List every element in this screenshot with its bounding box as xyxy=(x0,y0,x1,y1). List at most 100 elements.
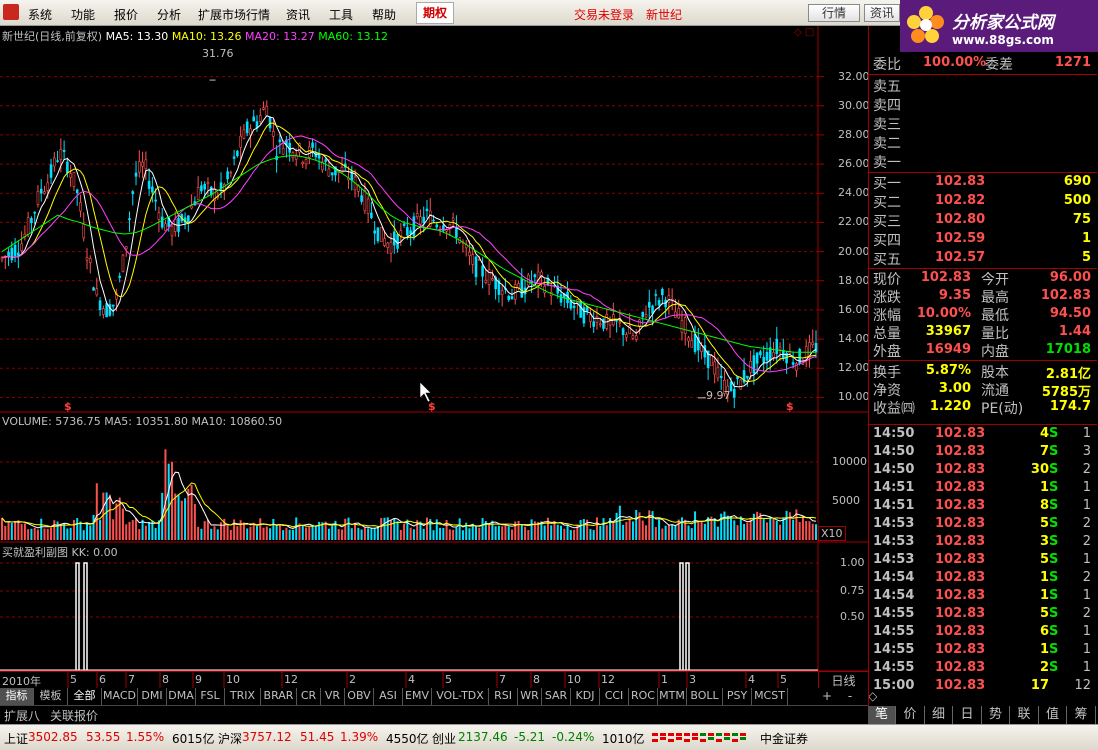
volume-bar xyxy=(507,526,510,540)
volume-multiplier[interactable]: X10 xyxy=(818,526,846,541)
indicator-tab-fsl[interactable]: FSL xyxy=(196,688,225,705)
candle xyxy=(634,335,638,340)
menu-analysis[interactable]: 分析 xyxy=(157,6,181,23)
indicator-tab-vol-tdx[interactable]: VOL-TDX xyxy=(432,688,489,705)
tick-time: 14:55 xyxy=(873,624,915,639)
volume-bar xyxy=(478,527,481,540)
related-quote-tab[interactable]: 关联报价 xyxy=(50,707,98,724)
hs-amount: 4550亿 xyxy=(386,732,429,746)
volume-bar xyxy=(184,498,187,540)
login-status[interactable]: 交易未登录 xyxy=(574,6,634,23)
indicator-tab-模板[interactable]: 模板 xyxy=(34,688,68,705)
app-icon[interactable] xyxy=(3,4,19,20)
indicator-tab-mtm[interactable]: MTM xyxy=(658,688,687,705)
zoom-in-button[interactable]: + xyxy=(822,689,832,703)
side-tab-2[interactable]: 细 xyxy=(925,706,953,724)
indicator-tab-roc[interactable]: ROC xyxy=(629,688,658,705)
side-tab-6[interactable]: 值 xyxy=(1039,706,1067,724)
price-chart-header: 新世纪(日线,前复权) MA5: 13.30 MA10: 13.26 MA20:… xyxy=(2,28,388,44)
volume-bar xyxy=(808,521,811,540)
tick-side: S xyxy=(1049,516,1059,531)
candle xyxy=(432,219,435,222)
hs-index[interactable]: 3757.12 xyxy=(242,730,292,744)
candle xyxy=(206,182,210,184)
indicator-tab-dmi[interactable]: DMI xyxy=(138,688,167,705)
indicator-tab-指标[interactable]: 指标 xyxy=(0,688,34,705)
volume-bar xyxy=(658,519,661,540)
strength-bar xyxy=(684,739,690,742)
candle xyxy=(638,319,641,327)
indicator-tab-trix[interactable]: TRIX xyxy=(225,688,261,705)
indicator-tab-macd[interactable]: MACD xyxy=(102,688,138,705)
ext-tab[interactable]: 扩展八 xyxy=(4,707,40,724)
candle xyxy=(654,294,658,296)
tick-time: 14:51 xyxy=(873,498,915,513)
menu-ext-market[interactable]: 扩展市场行情 xyxy=(198,6,270,23)
status-bar: 上证 3502.85 53.55 1.55% 6015亿 沪深 3757.12 … xyxy=(0,724,1098,750)
volume-bar xyxy=(422,528,425,540)
chart-corner-icons[interactable]: ◇ □ xyxy=(794,27,814,38)
menu-quote[interactable]: 报价 xyxy=(114,6,138,23)
volume-axis-label: 10000 xyxy=(832,455,867,468)
volume-bar xyxy=(599,525,602,540)
cy-index[interactable]: 2137.46 xyxy=(458,730,508,744)
menu-news[interactable]: 资讯 xyxy=(286,6,310,23)
side-tab-5[interactable]: 联 xyxy=(1011,706,1039,724)
menu-help[interactable]: 帮助 xyxy=(372,6,396,23)
side-tab-7[interactable]: 筹 xyxy=(1068,706,1096,724)
indicator-tab-cci[interactable]: CCI xyxy=(600,688,629,705)
period-label[interactable]: 日线 xyxy=(818,672,868,688)
sh-label: 上证 xyxy=(4,732,29,746)
tick-price: 102.83 xyxy=(935,588,986,603)
volume-bar xyxy=(255,526,258,540)
chart-area[interactable] xyxy=(0,26,868,688)
menu-system[interactable]: 系统 xyxy=(28,6,52,23)
indicator-tab-boll[interactable]: BOLL xyxy=(687,688,723,705)
price-axis-label: 14.00 xyxy=(838,332,870,346)
volume-bar xyxy=(27,529,30,540)
volume-bar xyxy=(30,528,33,540)
time-axis-label: 10 xyxy=(226,673,240,686)
indicator-tab-cr[interactable]: CR xyxy=(297,688,321,705)
time-axis-label: 5 xyxy=(445,673,452,686)
menu-tools[interactable]: 工具 xyxy=(329,6,353,23)
indicator-tab-kdj[interactable]: KDJ xyxy=(571,688,600,705)
volume-bar xyxy=(376,526,379,540)
candle xyxy=(814,343,818,353)
indicator-tab-psy[interactable]: PSY xyxy=(723,688,752,705)
indicator-tab-emv[interactable]: EMV xyxy=(403,688,432,705)
side-tab-3[interactable]: 日 xyxy=(954,706,982,724)
tick-side: S xyxy=(1049,606,1059,621)
indicator-tab-mcst[interactable]: MCST xyxy=(752,688,788,705)
sh-index[interactable]: 3502.85 xyxy=(28,730,78,744)
menu-function[interactable]: 功能 xyxy=(71,6,95,23)
indicator-tab-wr[interactable]: WR xyxy=(518,688,542,705)
side-tab-1[interactable]: 价 xyxy=(897,706,925,724)
indicator-tab-asi[interactable]: ASI xyxy=(374,688,403,705)
buy-level-row: 买二 102.82 500 xyxy=(869,192,1097,211)
tick-count: 1 xyxy=(1082,642,1091,657)
volume-axis-label: 5000 xyxy=(832,494,860,507)
candle xyxy=(631,335,635,339)
indicator-tab-sar[interactable]: SAR xyxy=(542,688,571,705)
volume-bar xyxy=(10,522,13,540)
options-tab[interactable]: 期权 xyxy=(416,2,454,24)
indicator-tab-brar[interactable]: BRAR xyxy=(261,688,297,705)
volume-bar xyxy=(517,520,520,540)
ma5-label: MA5: 13.30 xyxy=(105,30,169,43)
indicator-tab-vr[interactable]: VR xyxy=(321,688,345,705)
time-axis-label: 12 xyxy=(284,673,298,686)
quote-button[interactable]: 行情 xyxy=(808,4,860,22)
indicator-tab-dma[interactable]: DMA xyxy=(167,688,196,705)
side-tab-4[interactable]: 势 xyxy=(982,706,1010,724)
side-tab-0[interactable]: 笔 xyxy=(868,706,896,724)
volume-bar xyxy=(550,525,553,540)
indicator-tab-rsi[interactable]: RSI xyxy=(489,688,518,705)
tick-time: 14:53 xyxy=(873,516,915,531)
indicator-tab-obv[interactable]: OBV xyxy=(345,688,374,705)
volume-bar xyxy=(805,521,808,540)
candle xyxy=(602,318,605,329)
zoom-out-button[interactable]: - xyxy=(848,689,852,703)
indicator-tab-全部[interactable]: 全部 xyxy=(68,688,102,705)
info-button[interactable]: 资讯 xyxy=(864,4,900,22)
